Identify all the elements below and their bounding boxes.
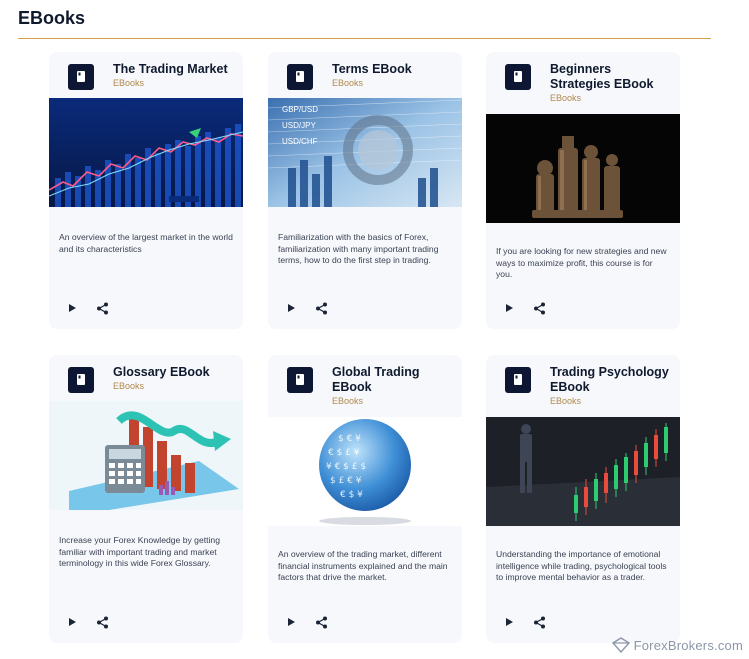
card-description: Increase your Forex Knowledge by getting…	[59, 535, 220, 569]
card-header: Beginners Strategies EBook EBooks	[486, 52, 680, 114]
svg-text:€ $ ¥: € $ ¥	[340, 490, 363, 500]
ebook-card[interactable]: Glossary EBook EBooks Increase your Fore…	[49, 355, 243, 643]
play-icon	[288, 618, 295, 626]
share-button[interactable]	[95, 615, 109, 629]
play-button[interactable]	[502, 301, 516, 315]
card-actions	[502, 301, 546, 315]
card-category: EBooks	[113, 78, 145, 88]
card-actions	[65, 301, 109, 315]
card-header: Global Trading EBook EBooks	[268, 355, 462, 417]
book-icon	[68, 64, 94, 90]
svg-text:$ € ¥: $ € ¥	[338, 434, 361, 444]
ebook-card[interactable]: Global Trading EBook EBooks $ € ¥ € $ £ ¥…	[268, 355, 462, 643]
card-category: EBooks	[550, 396, 582, 406]
play-button[interactable]	[65, 301, 79, 315]
ebook-card[interactable]: Trading Psychology EBook EBooks Understa…	[486, 355, 680, 643]
book-icon	[287, 64, 313, 90]
share-button[interactable]	[532, 301, 546, 315]
card-title[interactable]: Global Trading EBook	[332, 365, 454, 395]
card-title[interactable]: Trading Psychology EBook	[550, 365, 672, 395]
share-icon	[315, 302, 327, 314]
trader-candles-image	[486, 417, 680, 526]
svg-text:€ $ £ ¥: € $ £ ¥	[328, 448, 360, 458]
card-description: Understanding the importance of emotiona…	[496, 549, 667, 583]
play-button[interactable]	[284, 615, 298, 629]
share-icon	[96, 616, 108, 628]
card-actions	[284, 615, 328, 629]
card-category: EBooks	[332, 396, 364, 406]
rising-chart-image	[49, 98, 243, 207]
card-description: An overview of the trading market, diffe…	[278, 549, 448, 583]
card-description: An overview of the largest market in the…	[59, 232, 233, 254]
ebook-card[interactable]: The Trading Market EBooks An overview of…	[49, 52, 243, 329]
svg-text:USD/CHF: USD/CHF	[282, 137, 318, 146]
card-category: EBooks	[332, 78, 364, 88]
share-icon	[315, 616, 327, 628]
book-icon	[505, 367, 531, 393]
share-icon	[533, 616, 545, 628]
play-button[interactable]	[502, 615, 516, 629]
ebook-card[interactable]: Terms EBook EBooks GBP/USD USD/JPY USD/C…	[268, 52, 462, 329]
play-icon	[506, 618, 513, 626]
card-title[interactable]: Terms EBook	[332, 62, 454, 77]
card-category: EBooks	[113, 381, 145, 391]
card-title[interactable]: Beginners Strategies EBook	[550, 62, 672, 92]
watermark-text: ForexBrokers.com	[633, 637, 743, 653]
card-header: Terms EBook EBooks	[268, 52, 462, 98]
calculator-chart-image	[49, 401, 243, 510]
share-button[interactable]	[314, 615, 328, 629]
play-button[interactable]	[65, 615, 79, 629]
card-actions	[65, 615, 109, 629]
chess-pieces-image	[486, 114, 680, 223]
forexbrokers-logo-icon	[611, 637, 630, 653]
book-icon	[505, 64, 531, 90]
play-icon	[69, 618, 76, 626]
share-button[interactable]	[95, 301, 109, 315]
share-icon	[96, 302, 108, 314]
card-title[interactable]: The Trading Market	[113, 62, 235, 77]
forexbrokers-watermark: ForexBrokers.com	[611, 637, 743, 653]
play-button[interactable]	[284, 301, 298, 315]
card-description: Familiarization with the basics of Forex…	[278, 232, 439, 266]
card-header: The Trading Market EBooks	[49, 52, 243, 98]
svg-text:USD/JPY: USD/JPY	[282, 121, 316, 130]
card-title[interactable]: Glossary EBook	[113, 365, 235, 380]
card-actions	[502, 615, 546, 629]
play-icon	[506, 304, 513, 312]
svg-text:GBP/USD: GBP/USD	[282, 105, 318, 114]
svg-text:$ £ € ¥: $ £ € ¥	[330, 476, 362, 486]
page-title: EBooks	[18, 8, 86, 28]
currency-globe-image: $ € ¥ € $ £ ¥ ¥ € $ £ $ $ £ € ¥ € $ ¥	[268, 417, 462, 526]
card-header: Trading Psychology EBook EBooks	[486, 355, 680, 417]
share-button[interactable]	[532, 615, 546, 629]
ebook-card[interactable]: Beginners Strategies EBook EBooks If you…	[486, 52, 680, 329]
card-category: EBooks	[550, 93, 582, 103]
play-icon	[69, 304, 76, 312]
share-button[interactable]	[314, 301, 328, 315]
share-icon	[533, 302, 545, 314]
card-header: Glossary EBook EBooks	[49, 355, 243, 401]
card-actions	[284, 301, 328, 315]
svg-text:¥ € $ £ $: ¥ € $ £ $	[326, 462, 366, 472]
book-icon	[68, 367, 94, 393]
title-divider	[18, 38, 711, 39]
card-description: If you are looking for new strategies an…	[496, 246, 667, 280]
play-icon	[288, 304, 295, 312]
book-icon	[287, 367, 313, 393]
forex-terms-image: GBP/USD USD/JPY USD/CHF	[268, 98, 462, 207]
